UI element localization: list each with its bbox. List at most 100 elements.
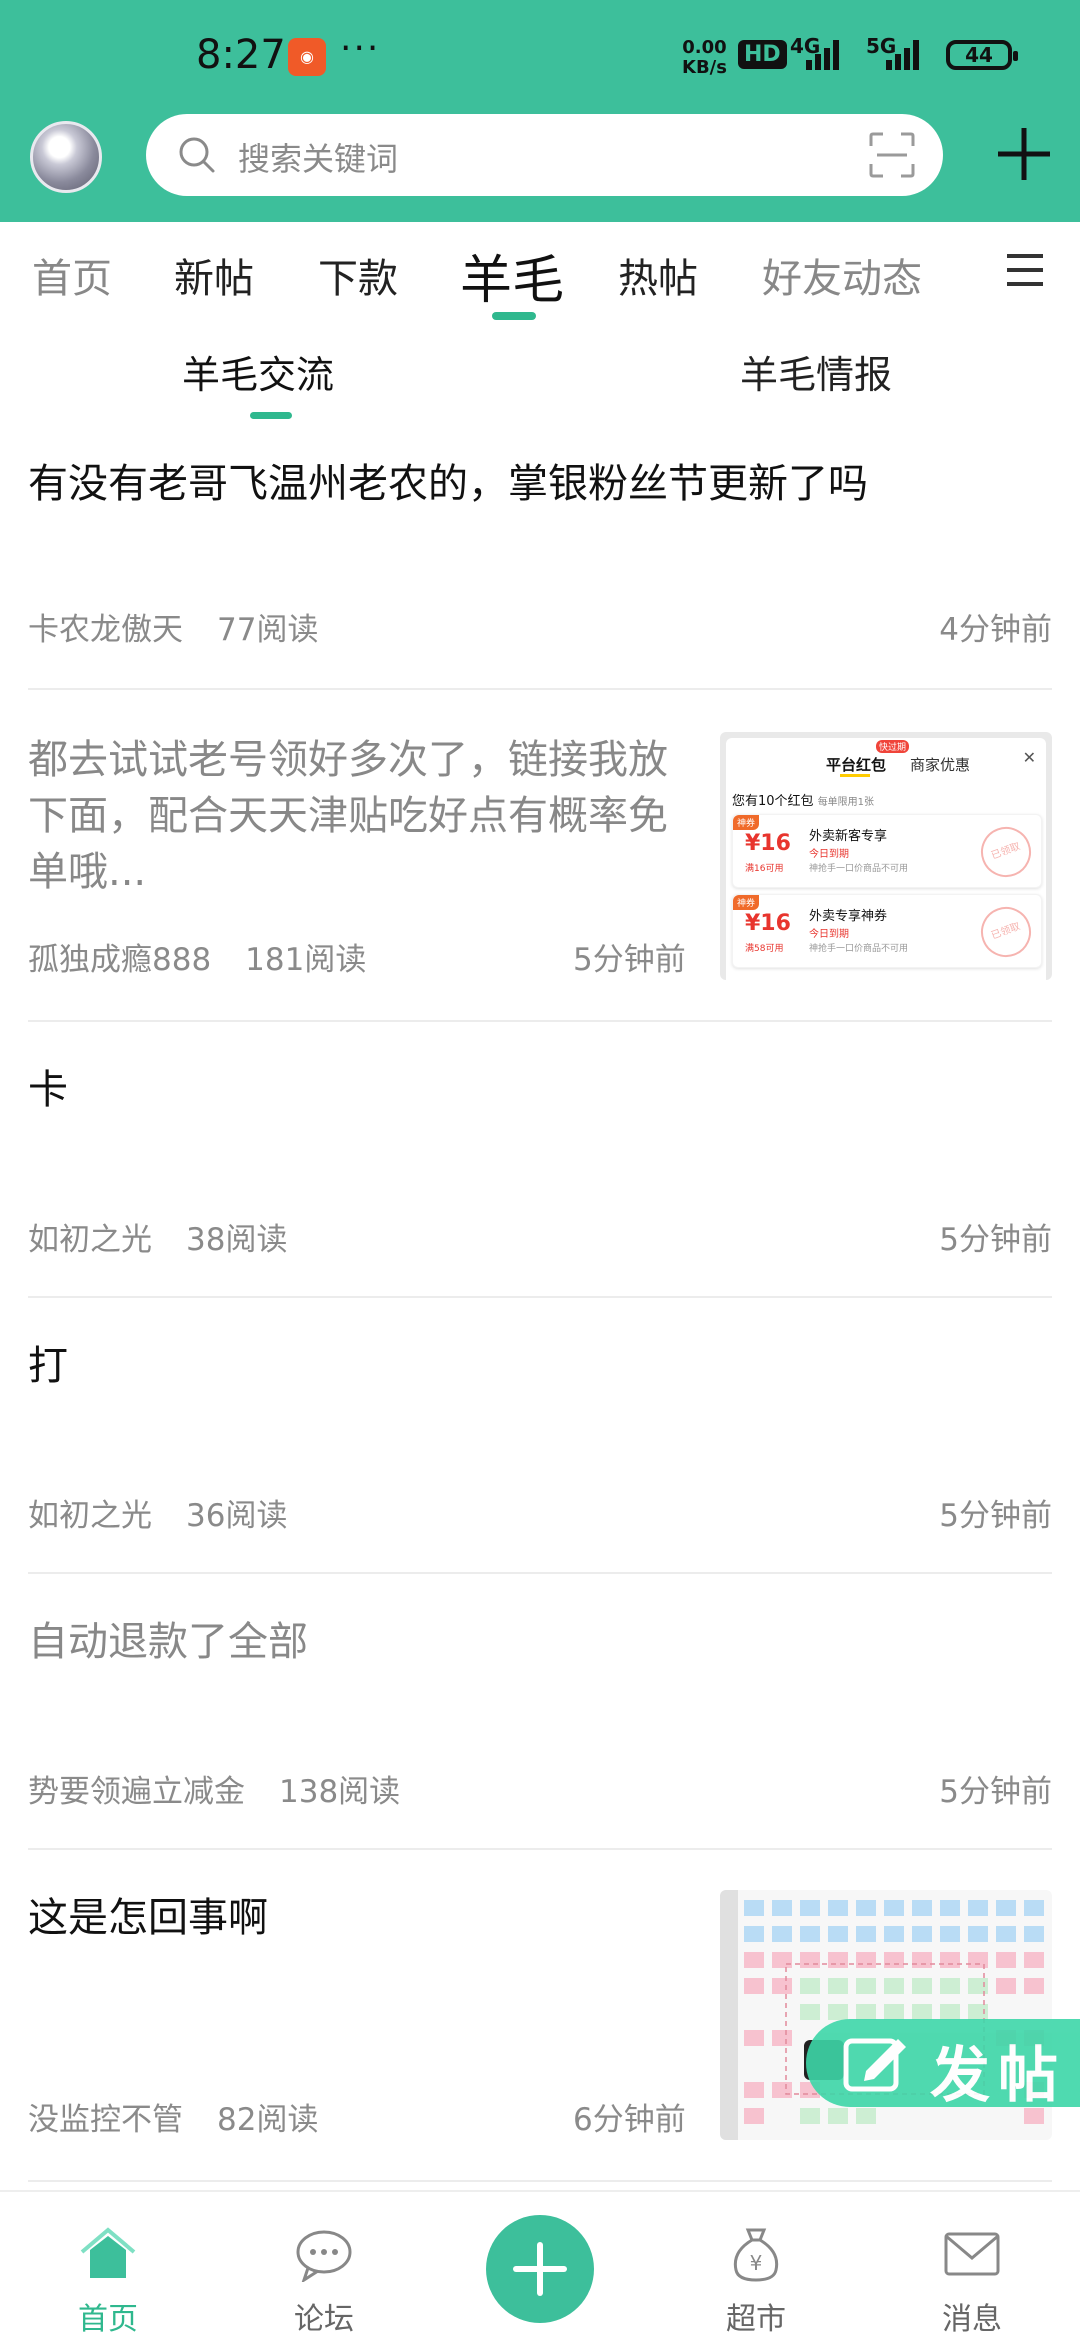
mail-icon [944, 2232, 1000, 2276]
network-speed: 0.00 KB/s [682, 38, 727, 78]
post-time: 5分钟前 [939, 1774, 1052, 1810]
post-author[interactable]: 势要领遍立减金 [28, 1774, 245, 1810]
top-header: 8:27 ◉ ··· 0.00 KB/s HD 4G 5G 44 搜索关键词 [0, 0, 1080, 222]
tab-hot[interactable]: 热帖 [618, 246, 698, 304]
list-item[interactable]: 有没有老哥飞温州老农的，掌银粉丝节更新了吗 卡农龙傲天 77阅读 4分钟前 [28, 428, 1052, 690]
battery-icon: 44 [946, 40, 1018, 70]
list-item[interactable]: 卡 如初之光 38阅读 5分钟前 [28, 1022, 1052, 1298]
coupon-condition: 满58可用 [745, 944, 784, 954]
coupon-panel: 平台红包 快过期 商家优惠 ✕ 您有10个红包 每单限用1张 神券 ¥16 满1… [726, 738, 1046, 980]
coupon-amount: ¥16 [745, 831, 791, 856]
coupon-stamp: 已领取 [973, 899, 1039, 965]
coupon-badge: 快过期 [876, 740, 910, 753]
nav-forum[interactable]: 论坛 [254, 2192, 394, 2342]
post-author[interactable]: 卡农龙傲天 [28, 612, 183, 648]
nav-forum-label: 论坛 [294, 2302, 354, 2337]
category-tabs: 首页 新帖 下款 羊毛 热帖 好友动态 [0, 222, 1080, 322]
post-time: 5分钟前 [573, 942, 686, 978]
more-notifications: ··· [340, 28, 381, 69]
post-reads: 82阅读 [217, 2102, 319, 2138]
search-input[interactable]: 搜索关键词 [238, 134, 398, 180]
signal-icon-2 [886, 40, 922, 74]
post-reads: 38阅读 [186, 1222, 288, 1258]
center-add-button[interactable] [486, 2215, 594, 2323]
tab-loan[interactable]: 下款 [318, 246, 398, 304]
coupon-card: 神券 ¥16 满16可用 外卖新客专享 今日到期 神抢手一口价商品不可用 已领取 [732, 814, 1042, 888]
coupon-card: 神券 ¥16 满58可用 外卖专享神券 今日到期 神抢手一口价商品不可用 已领取 [732, 894, 1042, 968]
list-item[interactable]: 打 如初之光 36阅读 5分钟前 [28, 1298, 1052, 1574]
nav-home[interactable]: 首页 [38, 2192, 178, 2342]
speed-unit: KB/s [682, 57, 727, 78]
search-icon [179, 137, 215, 173]
add-icon[interactable] [994, 124, 1054, 184]
tab-wool[interactable]: 羊毛 [460, 238, 564, 313]
coupon-tab-platform: 平台红包 [826, 756, 887, 774]
app-notification-icon: ◉ [288, 38, 326, 76]
list-item[interactable]: 自动退款了全部 势要领遍立减金 138阅读 5分钟前 [28, 1574, 1052, 1850]
speed-value: 0.00 [682, 37, 727, 58]
tab-friends[interactable]: 好友动态 [762, 246, 922, 304]
svg-text:¥: ¥ [750, 2251, 763, 2275]
post-meta: 没监控不管 82阅读 [28, 2094, 318, 2139]
floating-post-label: 发帖 [930, 2041, 1066, 2111]
post-time: 5分钟前 [939, 1498, 1052, 1534]
post-time: 6分钟前 [573, 2102, 686, 2138]
coupon-tab-indicator [840, 774, 870, 777]
menu-icon[interactable] [1005, 250, 1045, 290]
nav-market-label: 超市 [726, 2302, 786, 2337]
subtab-intel[interactable]: 羊毛情报 [740, 344, 892, 399]
tab-indicator [492, 312, 536, 320]
post-reads: 36阅读 [186, 1498, 288, 1534]
coupon-note: 神抢手一口价商品不可用 [809, 864, 909, 874]
coupon-count: 您有10个红包 [732, 794, 814, 809]
nav-market[interactable]: ¥ 超市 [686, 2192, 826, 2342]
subtab-exchange[interactable]: 羊毛交流 [182, 344, 334, 399]
avatar[interactable] [30, 121, 102, 193]
post-time: 4分钟前 [939, 612, 1052, 648]
post-reads: 138阅读 [279, 1774, 401, 1810]
sub-tabs: 羊毛交流 羊毛情报 [0, 322, 1080, 428]
post-meta: 势要领遍立减金 138阅读 [28, 1766, 400, 1811]
coupon-name: 外卖专享神券 [809, 909, 888, 924]
post-title[interactable]: 卡 [28, 1062, 68, 1118]
list-item[interactable]: 都去试试老号领好多次了，链接我放下面，配合天天津贴吃好点有概率免单哦... 孤独… [28, 690, 1052, 1022]
coupon-expire: 今日到期 [809, 929, 849, 940]
home-icon [80, 2227, 136, 2278]
nav-home-label: 首页 [78, 2302, 138, 2337]
post-title[interactable]: 自动退款了全部 [28, 1614, 308, 1670]
nav-messages-label: 消息 [942, 2302, 1002, 2337]
post-title[interactable]: 这是怎回事啊 [28, 1890, 268, 1946]
post-thumbnail[interactable]: 平台红包 快过期 商家优惠 ✕ 您有10个红包 每单限用1张 神券 ¥16 满1… [720, 732, 1052, 980]
post-reads: 181阅读 [245, 942, 367, 978]
post-meta: 如初之光 38阅读 [28, 1214, 287, 1259]
coupon-condition: 满16可用 [745, 864, 784, 874]
post-author[interactable]: 孤独成瘾888 [28, 942, 211, 978]
search-bar[interactable]: 搜索关键词 [146, 114, 943, 196]
close-icon: ✕ [1022, 748, 1036, 767]
floating-post-button[interactable]: 发帖 [806, 2019, 1080, 2111]
post-meta: 孤独成瘾888 181阅读 [28, 934, 366, 979]
post-author[interactable]: 没监控不管 [28, 2102, 183, 2138]
hd-icon: HD [738, 40, 787, 69]
list-item[interactable]: 这是怎回事啊 没监控不管 82阅读 6分钟前 [28, 1850, 1052, 2182]
tab-home[interactable]: 首页 [32, 246, 112, 304]
tab-new[interactable]: 新帖 [174, 246, 254, 304]
post-author[interactable]: 如初之光 [28, 1222, 152, 1258]
post-author[interactable]: 如初之光 [28, 1498, 152, 1534]
post-meta: 卡农龙傲天 77阅读 [28, 604, 318, 649]
status-time: 8:27 [196, 32, 286, 78]
coupon-amount: ¥16 [745, 911, 791, 936]
coupon-tag: 神券 [733, 895, 760, 910]
nav-messages[interactable]: 消息 [902, 2192, 1042, 2342]
post-title[interactable]: 打 [28, 1338, 68, 1394]
coupon-note: 神抢手一口价商品不可用 [809, 944, 909, 954]
scan-icon[interactable] [869, 132, 915, 178]
edit-icon [843, 2038, 906, 2092]
coupon-limit: 每单限用1张 [817, 797, 875, 808]
coupon-header: 您有10个红包 每单限用1张 [732, 790, 874, 809]
post-meta: 如初之光 36阅读 [28, 1490, 287, 1535]
post-time: 5分钟前 [939, 1222, 1052, 1258]
coupon-tag: 神券 [733, 815, 760, 830]
post-title[interactable]: 有没有老哥飞温州老农的，掌银粉丝节更新了吗 [28, 456, 868, 512]
post-title[interactable]: 都去试试老号领好多次了，链接我放下面，配合天天津贴吃好点有概率免单哦... [28, 732, 698, 900]
